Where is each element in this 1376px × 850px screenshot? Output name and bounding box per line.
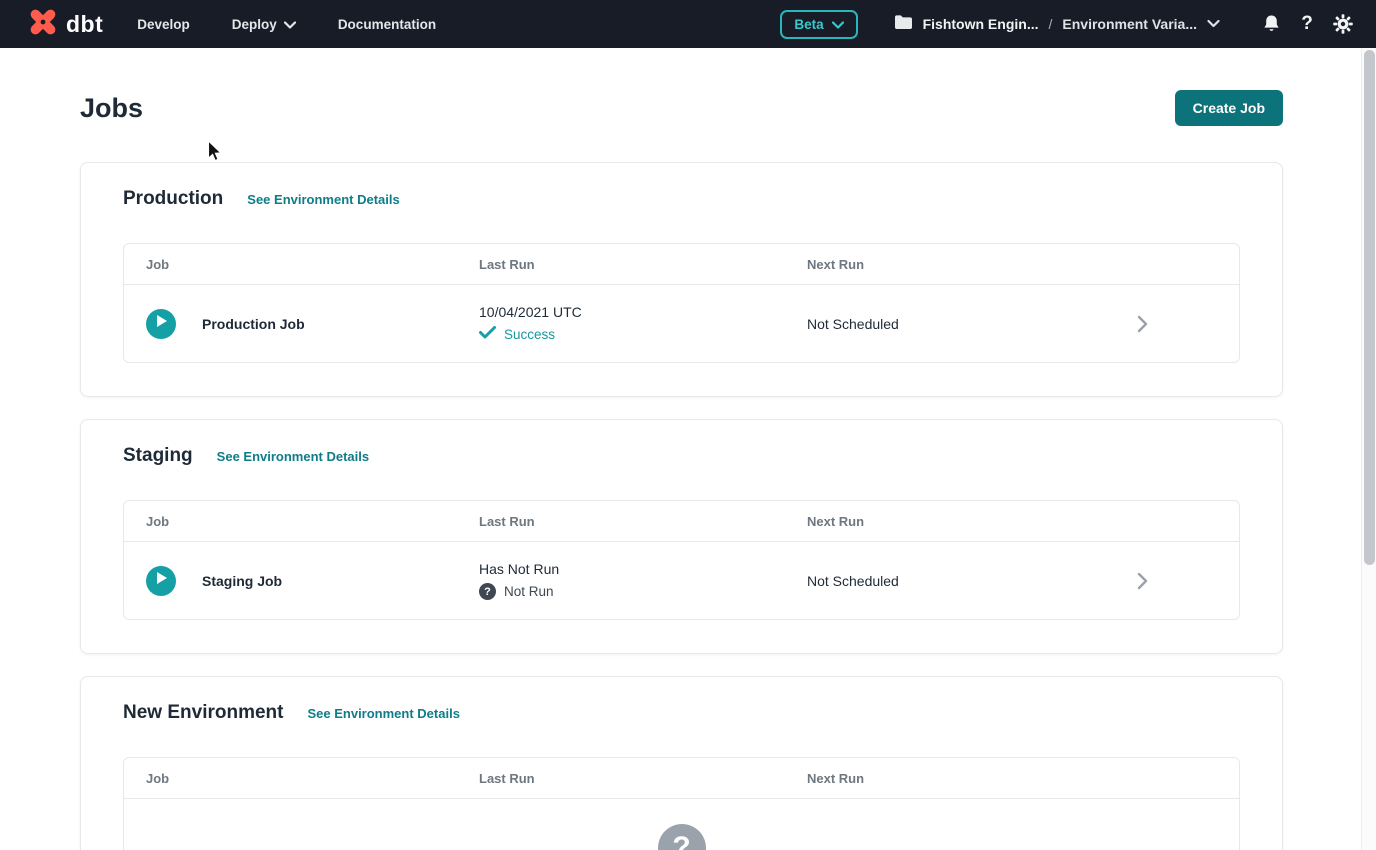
nav-item-develop[interactable]: Develop (137, 17, 190, 32)
nav-item-documentation[interactable]: Documentation (338, 17, 436, 32)
status-text: Not Run (504, 584, 554, 599)
chevron-right-icon[interactable] (1120, 572, 1164, 590)
beta-label: Beta (794, 17, 823, 32)
job-row-staging-job[interactable]: Staging Job Has Not Run ? Not Run Not Sc… (124, 541, 1239, 619)
last-run-time: 10/04/2021 UTC (479, 304, 807, 320)
last-run-time: Has Not Run (479, 561, 807, 577)
settings-gear-icon[interactable] (1330, 11, 1356, 37)
column-header-job: Job (146, 257, 479, 272)
nav-item-develop-label: Develop (137, 17, 190, 32)
jobs-table: Job Last Run Next Run Production Job 10/… (123, 243, 1240, 363)
column-header-last-run: Last Run (479, 771, 807, 786)
jobs-table-header: Job Last Run Next Run (124, 758, 1239, 798)
column-header-next-run: Next Run (807, 514, 1120, 529)
job-name: Production Job (202, 316, 305, 332)
see-environment-details-link[interactable]: See Environment Details (307, 706, 459, 721)
play-icon (155, 571, 168, 590)
environment-name: Production (123, 188, 223, 210)
nav-item-documentation-label: Documentation (338, 17, 436, 32)
jobs-table-header: Job Last Run Next Run (124, 244, 1239, 284)
help-icon[interactable]: ? (1294, 11, 1320, 37)
see-environment-details-link[interactable]: See Environment Details (247, 192, 399, 207)
dbt-logo-icon (26, 5, 60, 44)
top-navbar: dbt Develop Deploy Documentation Beta Fi… (0, 0, 1376, 48)
environment-name: New Environment (123, 702, 283, 724)
breadcrumb-page[interactable]: Environment Varia... (1062, 16, 1197, 32)
question-circle-icon: ? (658, 824, 706, 850)
vertical-scrollbar[interactable] (1361, 48, 1376, 850)
beta-dropdown[interactable]: Beta (780, 10, 857, 39)
jobs-table: Job Last Run Next Run ? (123, 757, 1240, 850)
column-header-last-run: Last Run (479, 257, 807, 272)
breadcrumb-project[interactable]: Fishtown Engin... (923, 16, 1039, 32)
nav-item-deploy-label: Deploy (232, 17, 277, 32)
check-icon (479, 326, 496, 344)
scrollbar-thumb[interactable] (1364, 50, 1375, 565)
nav-item-deploy[interactable]: Deploy (232, 17, 296, 32)
next-run-value: Not Scheduled (807, 316, 1120, 332)
environment-card-production: Production See Environment Details Job L… (80, 162, 1283, 397)
column-header-job: Job (146, 771, 479, 786)
run-job-button[interactable] (146, 566, 176, 596)
jobs-table: Job Last Run Next Run Staging Job Has No… (123, 500, 1240, 620)
next-run-value: Not Scheduled (807, 573, 1120, 589)
page-header: Jobs Create Job (80, 90, 1283, 126)
see-environment-details-link[interactable]: See Environment Details (217, 449, 369, 464)
create-job-button[interactable]: Create Job (1175, 90, 1283, 126)
dbt-logo[interactable]: dbt (26, 5, 103, 44)
environment-name: Staging (123, 445, 193, 467)
column-header-next-run: Next Run (807, 771, 1120, 786)
job-name: Staging Job (202, 573, 282, 589)
breadcrumb[interactable]: Fishtown Engin... / Environment Varia... (894, 14, 1220, 35)
status-badge: ? Not Run (479, 583, 807, 600)
folder-icon (894, 14, 913, 35)
chevron-down-icon (1207, 15, 1220, 33)
chevron-down-icon (832, 17, 844, 32)
breadcrumb-separator: / (1049, 16, 1053, 32)
question-circle-icon: ? (479, 583, 496, 600)
navbar-right: Beta Fishtown Engin... / Environment Var… (780, 10, 1356, 39)
status-text: Success (504, 327, 555, 342)
column-header-next-run: Next Run (807, 257, 1120, 272)
chevron-right-icon[interactable] (1120, 315, 1164, 333)
job-row-production-job[interactable]: Production Job 10/04/2021 UTC Success No… (124, 284, 1239, 362)
environment-card-staging: Staging See Environment Details Job Last… (80, 419, 1283, 654)
column-header-last-run: Last Run (479, 514, 807, 529)
brand-name: dbt (66, 11, 103, 38)
chevron-down-icon (284, 17, 296, 32)
status-badge: Success (479, 326, 807, 344)
jobs-table-header: Job Last Run Next Run (124, 501, 1239, 541)
page-title: Jobs (80, 93, 143, 124)
main-content: Jobs Create Job Production See Environme… (0, 90, 1376, 850)
play-icon (155, 314, 168, 333)
notifications-bell-icon[interactable] (1258, 11, 1284, 37)
column-header-job: Job (146, 514, 479, 529)
empty-jobs-area: ? (124, 798, 1239, 850)
run-job-button[interactable] (146, 309, 176, 339)
environment-card-new-environment: New Environment See Environment Details … (80, 676, 1283, 850)
